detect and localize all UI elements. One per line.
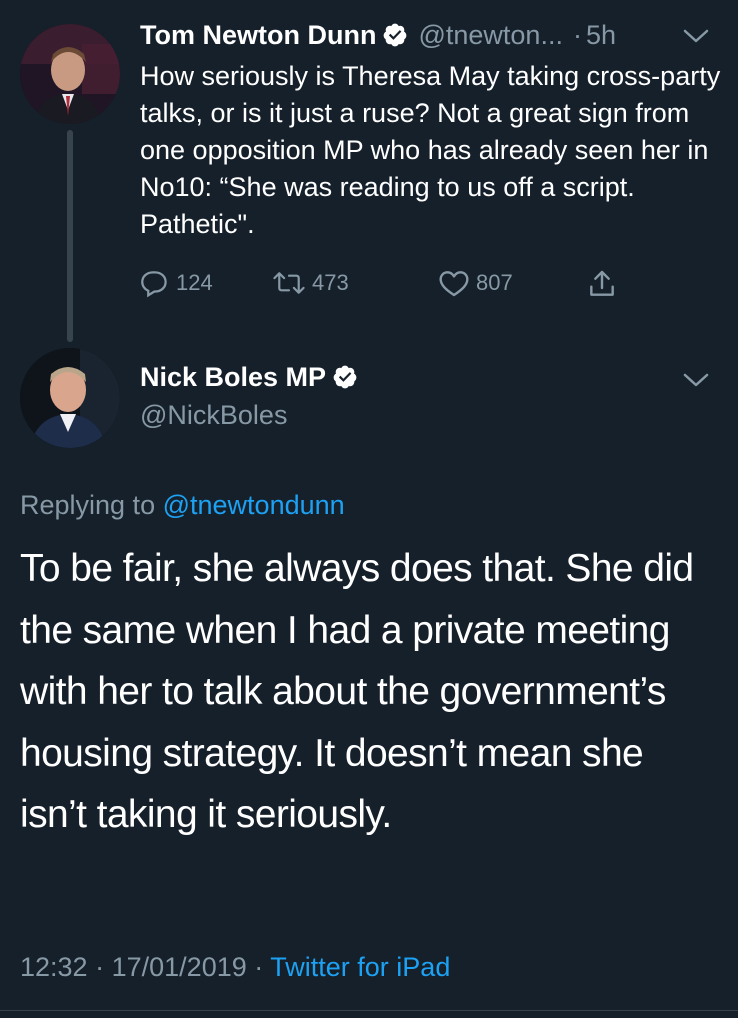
parent-tweet-header: Tom Newton Dunn @tnewton... · 5h: [140, 18, 700, 57]
verified-badge-icon: [333, 365, 357, 389]
like-button[interactable]: 807: [438, 268, 513, 298]
tweet-source-link[interactable]: Twitter for iPad: [270, 952, 450, 982]
avatar-photo: [20, 348, 120, 448]
share-icon: [590, 270, 614, 296]
retweet-count: 473: [312, 270, 349, 295]
tweet-time[interactable]: 12:32: [20, 952, 88, 982]
retweet-icon: [273, 272, 305, 294]
like-count: 807: [476, 270, 513, 295]
parent-author-name[interactable]: Tom Newton Dunn: [140, 20, 376, 50]
tweet-author: Nick Boles MP: [140, 360, 358, 399]
share-button[interactable]: [586, 268, 624, 300]
reply-count: 124: [176, 270, 213, 295]
tweet-text: To be fair, she always does that. She di…: [20, 547, 694, 836]
nick-boles-avatar[interactable]: [20, 348, 120, 448]
replying-to-handle-link[interactable]: @tnewtondunn: [163, 490, 345, 520]
header-separator: ·: [572, 20, 582, 50]
tweet-author-handle[interactable]: @NickBoles: [140, 398, 287, 432]
verified-badge-icon: [384, 23, 407, 47]
chevron-down-icon[interactable]: [682, 372, 710, 390]
tweet-date[interactable]: 17/01/2019: [112, 952, 247, 982]
parent-tweet-actions: 124 473 807: [140, 268, 640, 304]
meta-separator: ·: [95, 952, 105, 982]
chevron-down-icon[interactable]: [682, 28, 710, 46]
thread-connector-line: [67, 130, 73, 342]
parent-author-handle[interactable]: @tnewton...: [418, 20, 562, 50]
parent-tweet-text: How seriously is Theresa May taking cros…: [140, 61, 721, 239]
tweet-author-name[interactable]: Nick Boles MP: [140, 362, 326, 392]
parent-tweet-time[interactable]: 5h: [586, 20, 616, 50]
replying-to-label: Replying to: [20, 490, 156, 520]
tom-newton-dunn-avatar[interactable]: [20, 24, 120, 124]
divider: [0, 1010, 738, 1011]
meta-separator: ·: [254, 952, 264, 982]
retweet-button[interactable]: 473: [272, 268, 349, 298]
reply-button[interactable]: 124: [140, 268, 213, 298]
reply-icon: [141, 271, 167, 298]
replying-to: Replying to @tnewtondunn: [20, 488, 345, 522]
like-icon: [439, 271, 469, 297]
avatar-photo: [20, 24, 120, 124]
tweet-metadata: 12:32 · 17/01/2019 · Twitter for iPad: [20, 950, 450, 984]
